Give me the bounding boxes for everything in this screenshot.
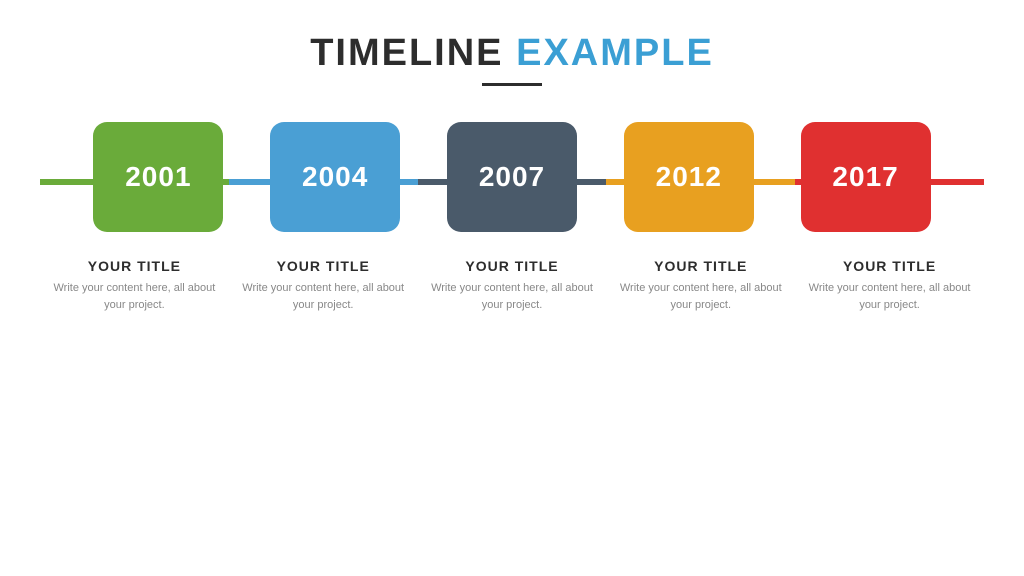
box-2017: 2017 [801,122,931,232]
year-2017: 2017 [832,161,898,193]
header-divider [482,83,542,86]
label-title-4: YOUR TITLE [843,258,936,274]
box-2012: 2012 [624,122,754,232]
label-item-3: YOUR TITLE Write your content here, all … [606,258,795,313]
year-2001: 2001 [125,161,191,193]
year-2004: 2004 [302,161,368,193]
timeline-section: 2001 2004 2007 2012 2017 YOUR TITLE [40,122,984,313]
label-desc-1: Write your content here, all about your … [237,280,410,313]
page-title: TIMELINE EXAMPLE [310,32,714,75]
year-2007: 2007 [479,161,545,193]
label-item-0: YOUR TITLE Write your content here, all … [40,258,229,313]
year-2012: 2012 [656,161,722,193]
label-desc-3: Write your content here, all about your … [614,280,787,313]
header: TIMELINE EXAMPLE [310,32,714,86]
box-2007: 2007 [447,122,577,232]
labels-row: YOUR TITLE Write your content here, all … [40,258,984,313]
label-item-2: YOUR TITLE Write your content here, all … [418,258,607,313]
label-item-1: YOUR TITLE Write your content here, all … [229,258,418,313]
box-2001: 2001 [93,122,223,232]
label-desc-0: Write your content here, all about your … [48,280,221,313]
label-item-4: YOUR TITLE Write your content here, all … [795,258,984,313]
label-title-2: YOUR TITLE [465,258,558,274]
title-part1: TIMELINE [310,32,503,74]
label-title-3: YOUR TITLE [654,258,747,274]
label-desc-4: Write your content here, all about your … [803,280,976,313]
label-title-0: YOUR TITLE [88,258,181,274]
label-title-1: YOUR TITLE [277,258,370,274]
title-part2: EXAMPLE [516,32,714,74]
boxes-container: 2001 2004 2007 2012 2017 [40,122,984,232]
box-2004: 2004 [270,122,400,232]
page-wrapper: TIMELINE EXAMPLE 2001 2004 [0,0,1024,576]
timeline-track: 2001 2004 2007 2012 2017 [40,122,984,242]
label-desc-2: Write your content here, all about your … [426,280,599,313]
